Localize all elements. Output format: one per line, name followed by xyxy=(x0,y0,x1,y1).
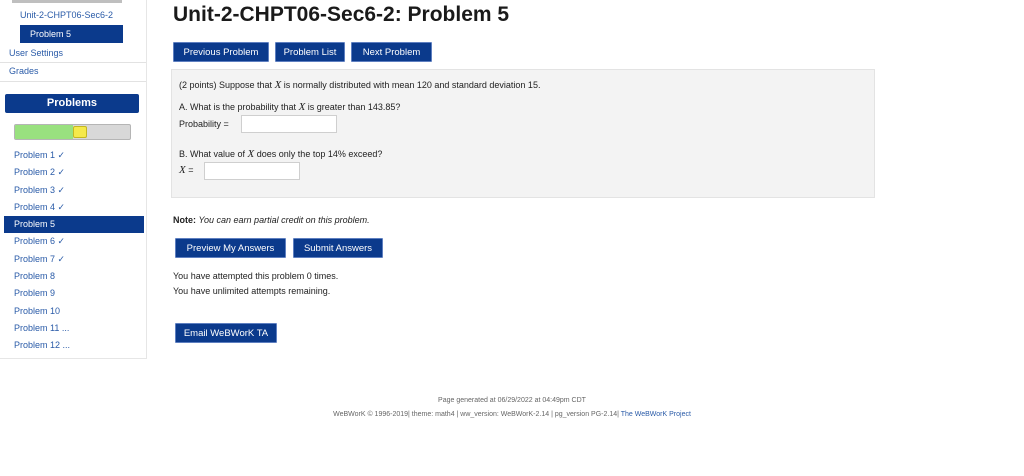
problem-list: Problem 1 ✓ Problem 2 ✓ Problem 3 ✓ Problem… xyxy=(0,147,146,355)
problem-intro: (2 points) Suppose that X is normally di… xyxy=(179,79,540,91)
part-b-question: B. What value of X does only the top 14%… xyxy=(179,148,382,160)
problem-list-item[interactable]: Problem 9 xyxy=(0,285,146,302)
problem-list-item[interactable]: Problem 12 ... xyxy=(0,337,146,354)
problem-body: (2 points) Suppose that X is normally di… xyxy=(171,69,875,198)
progress-correct xyxy=(15,125,73,139)
partial-credit-note: Note: You can earn partial credit on thi… xyxy=(173,215,370,225)
divider xyxy=(0,62,146,63)
footer-version-text: WeBWorK © 1996-2019| theme: math4 | ww_v… xyxy=(333,411,619,418)
email-ta-button[interactable]: Email WeBWorK TA xyxy=(175,323,277,343)
probability-label: Probability = xyxy=(179,119,229,129)
problem-list-item[interactable]: Problem 7 ✓ xyxy=(0,251,146,268)
sidebar-current-problem[interactable]: Problem 5 xyxy=(20,25,123,43)
problem-intro-text: (2 points) Suppose that xyxy=(179,80,275,90)
problem-list-item[interactable]: Problem 6 ✓ xyxy=(0,233,146,250)
page-title: Unit-2-CHPT06-Sec6-2: Problem 5 xyxy=(173,3,510,26)
attempts-message: You have attempted this problem 0 times. xyxy=(173,271,339,281)
problem-list-button[interactable]: Problem List xyxy=(275,42,345,62)
previous-problem-button[interactable]: Previous Problem xyxy=(173,42,269,62)
problem-list-item[interactable]: Problem 4 ✓ xyxy=(0,199,146,216)
problem-list-item[interactable]: Problem 5 xyxy=(4,216,144,234)
preview-answers-button[interactable]: Preview My Answers xyxy=(175,238,286,258)
problem-list-item[interactable]: Problem 8 xyxy=(0,268,146,285)
problem-list-item[interactable]: Problem 10 xyxy=(0,303,146,320)
progress-bar xyxy=(14,124,131,140)
part-b-text: B. What value of xyxy=(179,149,248,159)
note-text: You can earn partial credit on this prob… xyxy=(198,215,370,225)
next-problem-button[interactable]: Next Problem xyxy=(351,42,432,62)
var-x: X xyxy=(179,164,186,176)
remaining-message: You have unlimited attempts remaining. xyxy=(173,286,331,296)
problem-list-item[interactable]: Problem 1 ✓ xyxy=(0,147,146,164)
footer-copyright: WeBWorK © 1996-2019| theme: math4 | ww_v… xyxy=(0,411,1024,418)
answer-a-input[interactable] xyxy=(241,115,337,133)
answer-b-input[interactable] xyxy=(204,162,300,180)
submit-answers-button[interactable]: Submit Answers xyxy=(293,238,383,258)
equals-sign: = xyxy=(188,165,194,175)
sidebar-truncated-heading xyxy=(12,0,122,3)
problem-list-item[interactable]: Problem 3 ✓ xyxy=(0,182,146,199)
page-generated-note: Page generated at 06/29/2022 at 04:49pm … xyxy=(438,397,586,404)
note-label: Note: xyxy=(173,215,196,225)
divider xyxy=(0,81,146,82)
problem-list-item[interactable]: Problem 2 ✓ xyxy=(0,164,146,181)
problem-list-item[interactable]: Problem 11 ... xyxy=(0,320,146,337)
problem-intro-text: is normally distributed with mean 120 an… xyxy=(281,80,541,90)
sidebar-grades[interactable]: Grades xyxy=(9,66,39,76)
part-a-text: is greater than 143.85? xyxy=(305,102,401,112)
sidebar-user-settings[interactable]: User Settings xyxy=(9,48,63,58)
sidebar-set-link[interactable]: Unit-2-CHPT06-Sec6-2 xyxy=(20,10,113,20)
part-a-question: A. What is the probability that X is gre… xyxy=(179,101,400,113)
progress-current xyxy=(72,126,87,138)
sidebar: Unit-2-CHPT06-Sec6-2 Problem 5 User Sett… xyxy=(0,0,147,359)
part-a-text: A. What is the probability that xyxy=(179,102,299,112)
problems-panel-heading: Problems xyxy=(5,94,139,113)
webwork-project-link[interactable]: The WeBWorK Project xyxy=(621,411,691,418)
part-b-text: does only the top 14% exceed? xyxy=(254,149,383,159)
x-label: X = xyxy=(179,164,194,176)
